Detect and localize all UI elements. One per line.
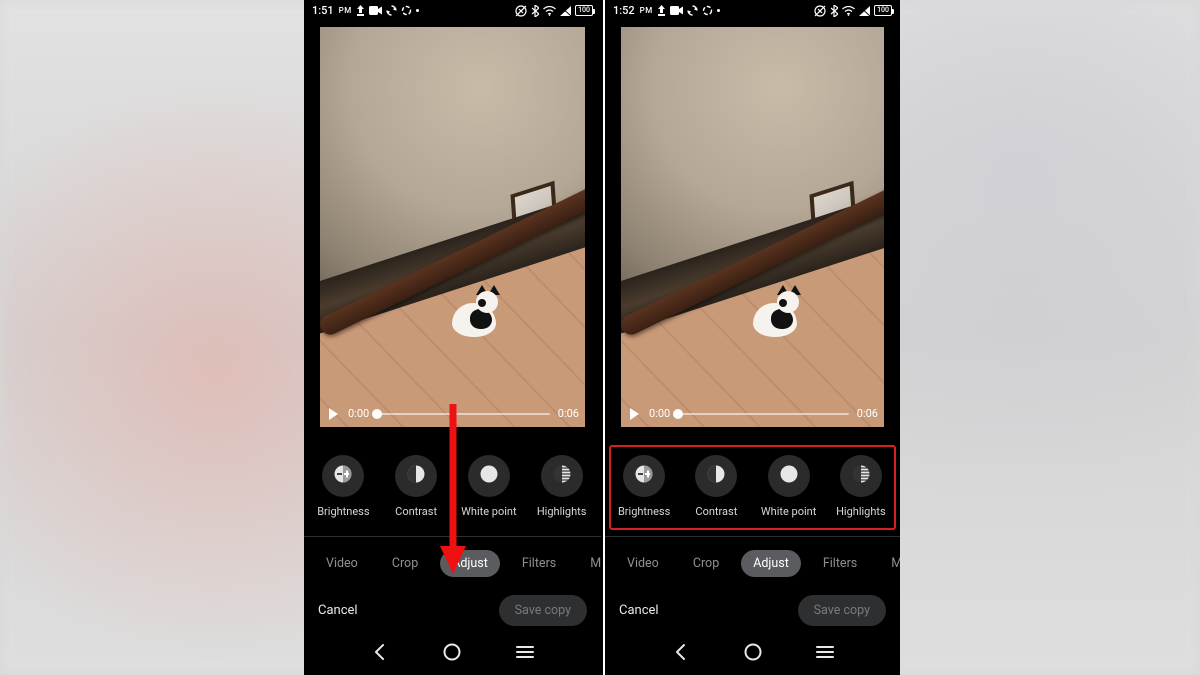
adjust-label: Brightness — [618, 505, 670, 518]
upload-icon — [356, 5, 365, 16]
adjustment-options: Brightness Contrast White point Highligh… — [304, 445, 601, 530]
adjust-label: Highlights — [836, 505, 886, 518]
video-controls: 0:00 0:06 — [621, 407, 884, 421]
loading-icon — [401, 5, 412, 16]
video-frame-illustration — [320, 27, 585, 426]
phone-right: 1:52 PM 100 — [603, 0, 900, 675]
tab-adjust[interactable]: Adjust — [440, 550, 500, 577]
brightness-icon — [333, 464, 353, 488]
nav-back-button[interactable] — [371, 643, 389, 661]
highlights-icon — [851, 464, 871, 488]
cancel-button[interactable]: Cancel — [619, 603, 659, 618]
dot-icon — [717, 9, 720, 12]
time-current: 0:00 — [348, 407, 369, 420]
phone-left: 1:51 PM 100 — [304, 0, 601, 675]
nfc-off-icon — [814, 5, 826, 17]
time-current: 0:00 — [649, 407, 670, 420]
sync-icon — [386, 5, 397, 16]
signal-icon — [859, 6, 870, 16]
editor-actions: Cancel Save copy — [304, 577, 601, 634]
adjust-label: Contrast — [395, 505, 437, 518]
edit-category-tabs: Video Crop Adjust Filters Markup — [304, 537, 601, 577]
tab-video[interactable]: Video — [314, 550, 370, 577]
adjust-label: Contrast — [695, 505, 737, 518]
nav-home-button[interactable] — [743, 642, 763, 662]
battery-level: 100 — [877, 6, 889, 15]
contrast-icon — [706, 464, 726, 488]
nfc-off-icon — [515, 5, 527, 17]
nav-recent-button[interactable] — [516, 645, 534, 659]
status-bar: 1:51 PM 100 — [304, 0, 601, 21]
cancel-button[interactable]: Cancel — [318, 603, 358, 618]
bluetooth-icon — [531, 5, 539, 17]
contrast-icon — [406, 464, 426, 488]
bluetooth-icon — [830, 5, 838, 17]
wifi-icon — [543, 6, 556, 16]
whitepoint-icon — [779, 464, 799, 488]
sync-icon — [687, 5, 698, 16]
signal-icon — [560, 6, 571, 16]
save-copy-button[interactable]: Save copy — [798, 595, 886, 626]
save-copy-button[interactable]: Save copy — [499, 595, 587, 626]
video-scrubber[interactable] — [377, 413, 550, 415]
tab-filters[interactable]: Filters — [510, 550, 568, 577]
video-controls: 0:00 0:06 — [320, 407, 585, 421]
video-icon — [369, 6, 382, 15]
time-duration: 0:06 — [558, 407, 579, 420]
adjust-label: Highlights — [537, 505, 587, 518]
tab-adjust[interactable]: Adjust — [741, 550, 801, 577]
adjust-whitepoint[interactable]: White point — [456, 455, 523, 518]
play-button[interactable] — [627, 407, 641, 421]
video-preview[interactable]: 0:00 0:06 — [621, 27, 884, 426]
adjust-highlights[interactable]: Highlights — [528, 455, 595, 518]
time-duration: 0:06 — [857, 407, 878, 420]
adjust-contrast[interactable]: Contrast — [683, 455, 749, 518]
brightness-icon — [634, 464, 654, 488]
highlights-icon — [552, 464, 572, 488]
editor-actions: Cancel Save copy — [605, 577, 900, 634]
android-nav-bar — [304, 634, 601, 675]
upload-icon — [657, 5, 666, 16]
video-preview[interactable]: 0:00 0:06 — [320, 27, 585, 426]
android-nav-bar — [605, 634, 900, 675]
video-icon — [670, 6, 683, 15]
tab-video[interactable]: Video — [615, 550, 671, 577]
scrubber-knob[interactable] — [673, 409, 683, 419]
tab-markup[interactable]: Markup — [879, 550, 900, 577]
nav-recent-button[interactable] — [816, 645, 834, 659]
adjust-label: White point — [761, 505, 816, 518]
nav-back-button[interactable] — [672, 643, 690, 661]
tab-markup[interactable]: Markup — [578, 550, 601, 577]
wifi-icon — [842, 6, 855, 16]
nav-home-button[interactable] — [442, 642, 462, 662]
tab-crop[interactable]: Crop — [681, 550, 731, 577]
edit-category-tabs: Video Crop Adjust Filters Markup — [605, 537, 900, 577]
video-scrubber[interactable] — [678, 413, 849, 415]
battery-level: 100 — [578, 6, 590, 15]
tab-filters[interactable]: Filters — [811, 550, 869, 577]
clock-time: 1:52 — [613, 4, 635, 17]
battery-indicator: 100 — [874, 5, 892, 16]
loading-icon — [702, 5, 713, 16]
adjust-whitepoint[interactable]: White point — [756, 455, 822, 518]
adjust-brightness[interactable]: Brightness — [611, 455, 677, 518]
clock-ampm: PM — [640, 6, 653, 15]
adjust-label: White point — [461, 505, 516, 518]
scrubber-knob[interactable] — [372, 409, 382, 419]
whitepoint-icon — [479, 464, 499, 488]
status-bar: 1:52 PM 100 — [605, 0, 900, 21]
adjust-label: Brightness — [317, 505, 369, 518]
adjustment-options-highlighted: Brightness Contrast White point Highligh… — [609, 445, 896, 530]
battery-indicator: 100 — [575, 5, 593, 16]
dot-icon — [416, 9, 419, 12]
adjust-highlights[interactable]: Highlights — [828, 455, 894, 518]
tab-crop[interactable]: Crop — [380, 550, 430, 577]
clock-time: 1:51 — [312, 4, 334, 17]
adjust-brightness[interactable]: Brightness — [310, 455, 377, 518]
screenshot-pair: 1:51 PM 100 — [304, 0, 900, 675]
adjust-contrast[interactable]: Contrast — [383, 455, 450, 518]
video-frame-illustration — [621, 27, 884, 426]
play-button[interactable] — [326, 407, 340, 421]
clock-ampm: PM — [339, 6, 352, 15]
